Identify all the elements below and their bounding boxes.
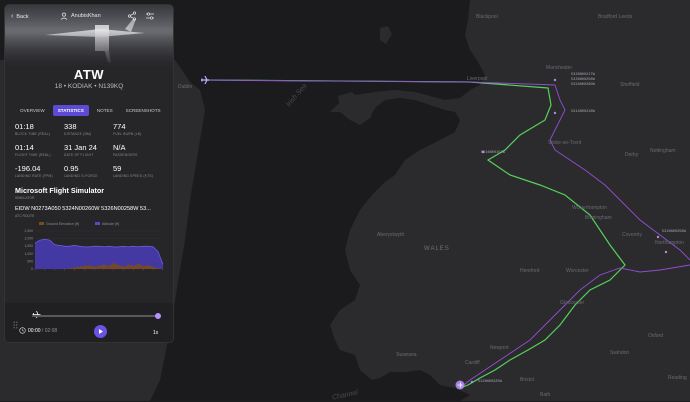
panel-topbar: ‹ Back AnubisKhan	[5, 5, 173, 27]
map-label: Dublin	[178, 84, 193, 90]
map-label: Blackpool	[476, 14, 498, 20]
replay-progress-handle[interactable]	[155, 313, 161, 319]
back-button[interactable]: ‹ Back	[11, 13, 29, 20]
waypoint-label: 5128N00325W	[478, 380, 502, 384]
chevron-left-icon: ‹	[11, 13, 14, 20]
back-label: Back	[16, 13, 29, 20]
altitude-area	[35, 239, 163, 269]
stat-landing-gforce: 0.95 LANDING G-FORCE	[64, 164, 98, 178]
y-tick-label: 500	[27, 259, 33, 263]
map-label: Manchester	[546, 65, 573, 71]
current-time: 00:00	[28, 328, 41, 334]
map-label: Sheffield	[620, 82, 640, 88]
waypoint-label: 5326N00258W	[571, 78, 595, 82]
map-label: Wolverhampton	[572, 205, 607, 211]
map-label: Reading	[668, 375, 687, 381]
user-icon	[60, 12, 68, 20]
waypoint-marker	[553, 111, 557, 115]
atc-route: EIDW N0273A050 5324N00260W 5326N00258W 5…	[15, 206, 151, 212]
waypoint-label: 5328N00217W	[571, 73, 595, 77]
legend-swatch	[95, 222, 100, 225]
map-label: Birmingham	[585, 215, 612, 221]
legend-label: Altitude (ft)	[102, 222, 119, 226]
legend-label: Ground Elevation (ft)	[46, 222, 79, 226]
map-label: Swansea	[396, 352, 417, 358]
y-tick-label: 2,000	[25, 237, 34, 241]
tab-notes[interactable]: NOTES	[92, 105, 118, 116]
stat-passengers: N/A PASSENGERS	[113, 143, 138, 157]
waypoint-label: 5328N00258W	[662, 230, 686, 234]
y-tick-label: 1,500	[25, 244, 34, 248]
tab-overview[interactable]: OVERVIEW	[15, 105, 50, 116]
waypoint-marker	[553, 78, 557, 82]
map-label: Newport	[490, 345, 509, 351]
flight-details-panel: ‹ Back AnubisKhan ATW 18 • KODIAK • N139…	[4, 4, 174, 343]
stat-block-time: 01:18 BLOCK TIME (REAL)	[15, 122, 51, 136]
waypoint-label: 5316N00152W	[481, 151, 505, 155]
map-label: Aberystwyth	[377, 232, 405, 238]
map-label: WALES	[424, 246, 450, 252]
altitude-chart: Ground Elevation (ft) Altitude (ft) 2,500…	[25, 222, 164, 271]
play-button[interactable]	[94, 325, 107, 338]
stat-flight-time: 01:14 FLIGHT TIME (REAL)	[15, 143, 51, 157]
playback-speed-button[interactable]: 1x	[153, 330, 158, 336]
user-profile-link[interactable]: AnubisKhan	[60, 12, 101, 20]
waypoint-marker	[664, 250, 668, 254]
y-tick-label: 1,000	[25, 252, 34, 256]
map-label: Bradford Leeds	[598, 14, 633, 20]
stat-fuel-burn: 774 FUEL BURN (LB)	[113, 122, 142, 136]
map-label: Stoke-on-Trent	[548, 140, 582, 146]
stat-date: 31 Jan 24 DATE OF FLIGHT	[64, 143, 97, 157]
share-icon[interactable]	[127, 11, 137, 21]
replay-time: 00:00 / 02:08	[28, 328, 58, 334]
username: AnubisKhan	[71, 13, 101, 19]
replay-player	[5, 303, 173, 342]
simulator-label: SIMULATOR	[15, 196, 35, 200]
destination-marker-icon[interactable]	[455, 380, 465, 390]
legend-swatch	[39, 222, 44, 225]
play-icon	[99, 329, 103, 334]
map-label: Bath	[540, 392, 551, 398]
atc-route-label: ATC ROUTE	[15, 214, 35, 218]
flight-tabs: OVERVIEW STATISTICS NOTES SCREENSHOTS	[15, 105, 165, 116]
simulator-name: Microsoft Flight Simulator	[15, 186, 105, 195]
map-label: Gloucester	[560, 300, 585, 306]
map-label: Oxford	[648, 333, 664, 339]
y-tick-label: 2,500	[25, 229, 34, 233]
clock-icon	[19, 327, 26, 334]
drag-handle-icon[interactable]	[13, 321, 18, 329]
tab-statistics[interactable]: STATISTICS	[52, 105, 89, 116]
map-label: Cardiff	[465, 360, 480, 366]
map-label: Bristol	[520, 377, 534, 383]
map-label: Worcester	[566, 268, 589, 274]
waypoint-marker	[470, 380, 474, 384]
map-label: Hereford	[520, 268, 540, 274]
map-label: Northampton	[655, 240, 684, 246]
stat-landing-rate: -196.04 LANDING RATE (FPM)	[15, 164, 53, 178]
map-label: Swindon	[610, 350, 630, 356]
waypoint-label: 5314N00218W	[571, 110, 595, 114]
waypoint-marker	[656, 235, 660, 239]
stat-distance: 338 DISTANCE (NM)	[64, 122, 92, 136]
map-label: Nottingham	[650, 148, 676, 154]
map-label: Derby	[625, 152, 639, 158]
waypoint-label: 5324N00260W	[571, 83, 595, 87]
stat-landing-speed: 59 LANDING SPEED (KTS)	[113, 164, 154, 178]
map-label: Liverpool	[467, 76, 488, 82]
flight-subtitle: 18 • KODIAK • N139KQ	[54, 83, 124, 90]
tab-screenshots[interactable]: SCREENSHOTS	[121, 105, 166, 116]
total-time: 02:08	[44, 328, 58, 334]
y-tick-label: 0	[31, 267, 33, 271]
settings-sliders-icon[interactable]	[145, 11, 155, 21]
flight-ident: ATW	[73, 67, 105, 82]
replay-progress-track[interactable]	[32, 315, 160, 317]
map-label: Coventry	[622, 232, 643, 238]
